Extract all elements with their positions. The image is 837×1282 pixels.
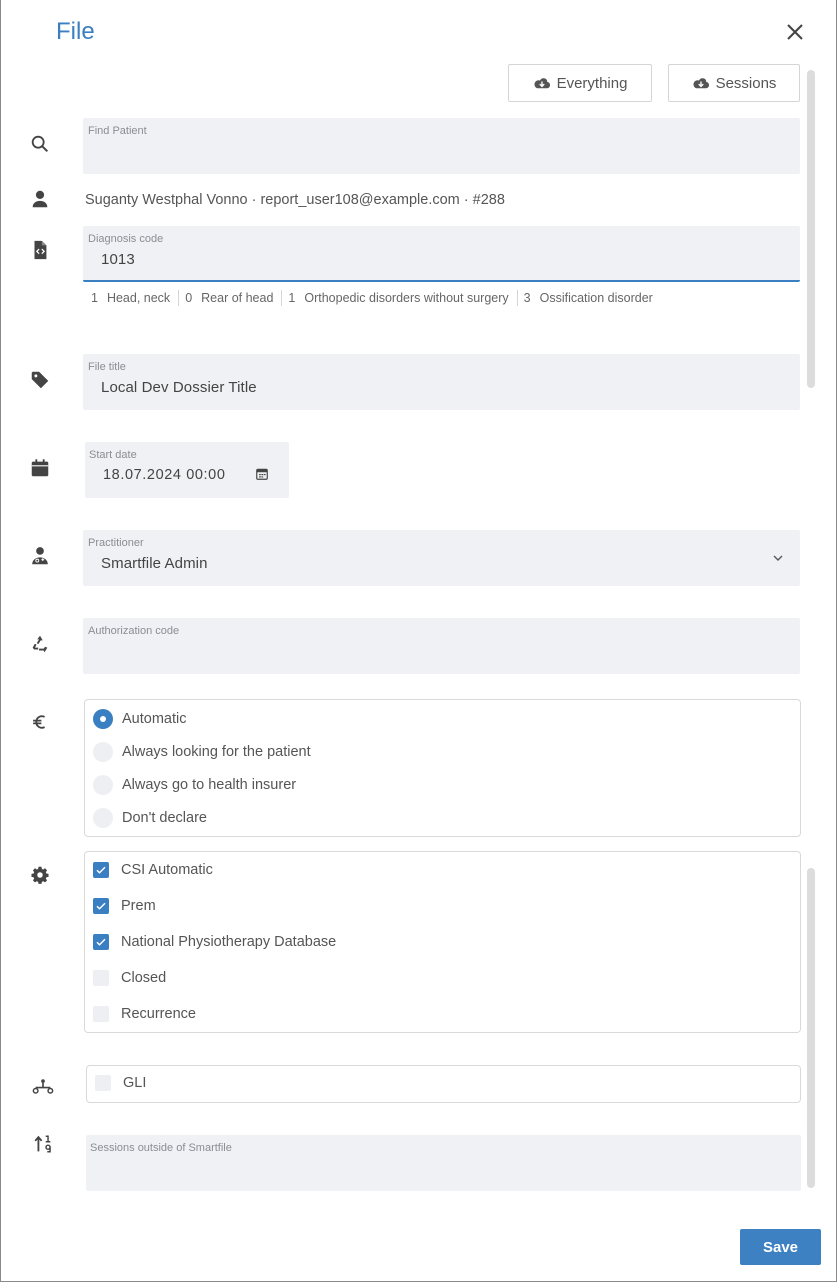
user-icon — [29, 188, 53, 212]
download-sessions-button[interactable]: Sessions — [668, 64, 800, 102]
check-icon — [96, 902, 106, 910]
diagnosis-tag: 0 Rear of head — [179, 290, 283, 306]
file-code-icon — [29, 239, 53, 263]
settings-options: CSI Automatic Prem National Physiotherap… — [84, 851, 801, 1033]
sort-numeric-icon — [32, 1133, 56, 1157]
option-closed[interactable]: Closed — [93, 970, 166, 986]
search-icon — [29, 133, 53, 157]
diagnosis-code-label: Diagnosis code — [88, 233, 164, 245]
close-icon — [787, 24, 803, 40]
checkbox[interactable] — [93, 1006, 109, 1022]
save-button[interactable]: Save — [740, 1229, 821, 1265]
billing-option-dont-declare[interactable]: Don't declare — [93, 808, 207, 828]
checkbox[interactable] — [93, 898, 109, 914]
find-patient-label: Find Patient — [88, 125, 147, 137]
everything-label: Everything — [556, 74, 628, 92]
calendar-picker-icon[interactable] — [255, 467, 269, 481]
close-button[interactable] — [781, 18, 809, 46]
radio-button[interactable] — [93, 709, 113, 729]
cloud-download-icon — [534, 78, 550, 89]
start-date-value: 18.07.2024 00:00 — [103, 467, 226, 483]
gear-icon — [29, 864, 53, 888]
checkbox[interactable] — [95, 1075, 111, 1091]
recycle-icon — [29, 633, 53, 657]
cloud-download-icon — [693, 78, 709, 89]
patient-info: Suganty Westphal Vonno · report_user108@… — [85, 192, 505, 208]
start-date-field[interactable]: Start date 18.07.2024 00:00 — [85, 442, 289, 498]
option-prem[interactable]: Prem — [93, 898, 156, 914]
checkbox[interactable] — [93, 970, 109, 986]
billing-option-automatic[interactable]: Automatic — [93, 709, 186, 729]
option-recurrence[interactable]: Recurrence — [93, 1006, 196, 1022]
dialog-title: File — [56, 18, 95, 45]
download-everything-button[interactable]: Everything — [508, 64, 652, 102]
radio-button[interactable] — [93, 775, 113, 795]
sessions-outside-field[interactable]: Sessions outside of Smartfile — [86, 1135, 801, 1191]
diagnosis-code-field[interactable]: Diagnosis code 1013 — [83, 226, 800, 282]
chevron-down-icon[interactable] — [770, 550, 786, 566]
sessions-outside-label: Sessions outside of Smartfile — [90, 1142, 232, 1154]
diagnosis-breakdown: 1 Head, neck 0 Rear of head 1 Orthopedic di… — [85, 290, 661, 306]
billing-options: Automatic Always looking for the patient… — [84, 699, 801, 837]
diagnosis-tag: 3 Ossification disorder — [523, 291, 653, 305]
start-date-label: Start date — [89, 449, 137, 461]
radio-button[interactable] — [93, 742, 113, 762]
scrollbar-thumb-upper[interactable] — [807, 70, 815, 388]
scrollbar-thumb-lower[interactable] — [807, 868, 815, 1188]
practitioner-label: Practitioner — [88, 537, 144, 549]
authorization-code-label: Authorization code — [88, 625, 180, 637]
radio-button[interactable] — [93, 808, 113, 828]
diagnosis-tag: 1 Orthopedic disorders without surgery — [282, 290, 518, 306]
practitioner-value: Smartfile Admin — [101, 555, 208, 572]
checkbox[interactable] — [93, 862, 109, 878]
file-title-field[interactable]: File title Local Dev Dossier Title — [83, 354, 800, 410]
find-patient-field[interactable]: Find Patient — [83, 118, 800, 174]
billing-option-insurer[interactable]: Always go to health insurer — [93, 775, 296, 795]
dialog: File Everything Sessions Find Patient Su… — [0, 0, 837, 1282]
calendar-icon — [29, 457, 53, 481]
doctor-icon — [29, 545, 53, 569]
network-icon — [32, 1077, 56, 1101]
diagnosis-tag: 1 Head, neck — [85, 290, 180, 306]
check-icon — [96, 938, 106, 946]
euro-icon — [29, 711, 53, 735]
sessions-label: Sessions — [715, 74, 777, 92]
authorization-code-field[interactable]: Authorization code — [83, 618, 800, 674]
option-national-physiotherapy-database[interactable]: National Physiotherapy Database — [93, 934, 336, 950]
practitioner-select[interactable]: Practitioner Smartfile Admin — [83, 530, 800, 586]
file-title-label: File title — [88, 361, 126, 373]
diagnosis-code-value: 1013 — [101, 251, 135, 268]
check-icon — [96, 866, 106, 874]
option-gli[interactable]: GLI — [95, 1075, 146, 1091]
checkbox[interactable] — [93, 934, 109, 950]
gli-box: GLI — [86, 1065, 801, 1103]
file-title-value: Local Dev Dossier Title — [101, 379, 257, 396]
tag-icon — [29, 369, 53, 393]
billing-option-patient[interactable]: Always looking for the patient — [93, 742, 311, 762]
option-csi-automatic[interactable]: CSI Automatic — [93, 862, 213, 878]
